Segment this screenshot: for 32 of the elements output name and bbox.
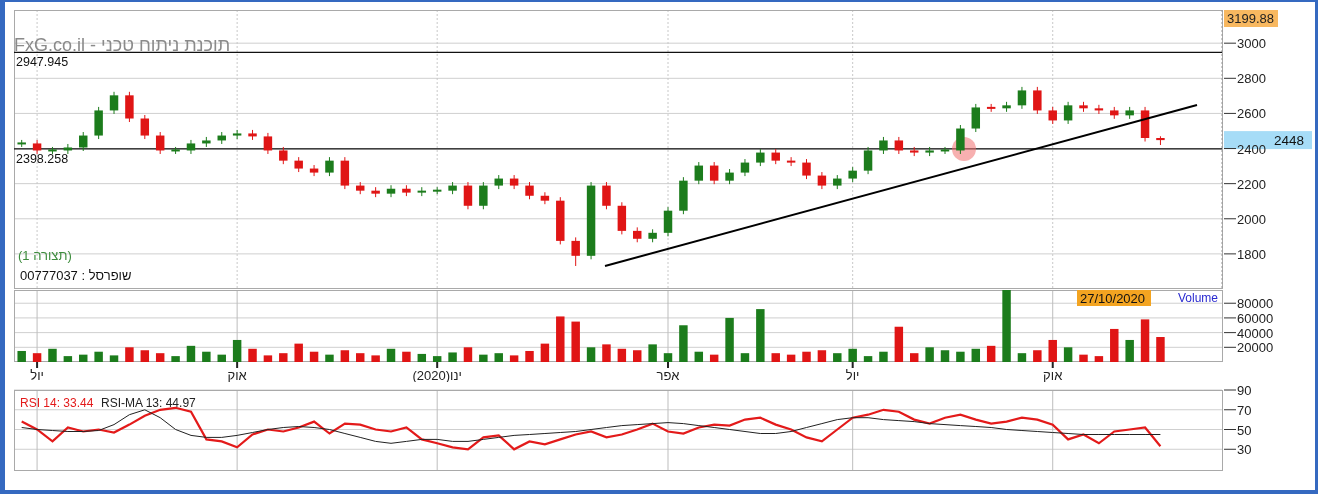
date-axis-label: אוק <box>227 368 247 382</box>
last-price-label: 2448 <box>1274 133 1305 149</box>
axis-label: 3000 <box>1237 36 1266 52</box>
moving-average-legend: RSI-MA 13: 44.97 <box>101 396 196 410</box>
date-axis-label: ינו(2020) <box>412 368 462 382</box>
axis-label: 2200 <box>1237 176 1266 192</box>
date-axis-label: אפר <box>656 368 680 382</box>
axis-label: 70 <box>1237 402 1252 418</box>
app-title: FxG.co.il - תוכנת ניתוח טכני <box>14 36 231 56</box>
axis-label: 50 <box>1237 422 1252 438</box>
date-axis-label: יול <box>845 368 860 382</box>
axis-label: 2800 <box>1237 71 1266 87</box>
axis-label: 90 <box>1237 383 1252 398</box>
axis-label: 2000 <box>1237 211 1266 227</box>
date-badge: 27/10/2020 <box>1077 290 1151 306</box>
axis-label: 80000 <box>1237 296 1274 312</box>
axis-label: 40000 <box>1237 325 1274 341</box>
axis-label: 2400 <box>1237 141 1266 157</box>
price-level-label: 2947.945 <box>16 55 69 70</box>
max-value-badge: 3199.88 <box>1224 10 1278 27</box>
rsi-legend: RSI 14: 33.44 <box>20 396 94 410</box>
date-axis-label: אוק <box>1043 368 1063 382</box>
symbol-label: שופרסל : 00777037 <box>20 269 132 284</box>
axis-label: 1800 <box>1237 246 1266 262</box>
axis-label: 60000 <box>1237 310 1274 326</box>
axis-label: 20000 <box>1237 340 1274 356</box>
setup-label: (תצורה 1) <box>18 249 72 264</box>
axis-label: 2600 <box>1237 106 1266 122</box>
series-label: Volume <box>1178 291 1219 305</box>
price-level-label: 2398.258 <box>16 151 69 166</box>
axis-label: 30 <box>1237 442 1252 458</box>
date-axis-label: יול <box>30 368 44 382</box>
